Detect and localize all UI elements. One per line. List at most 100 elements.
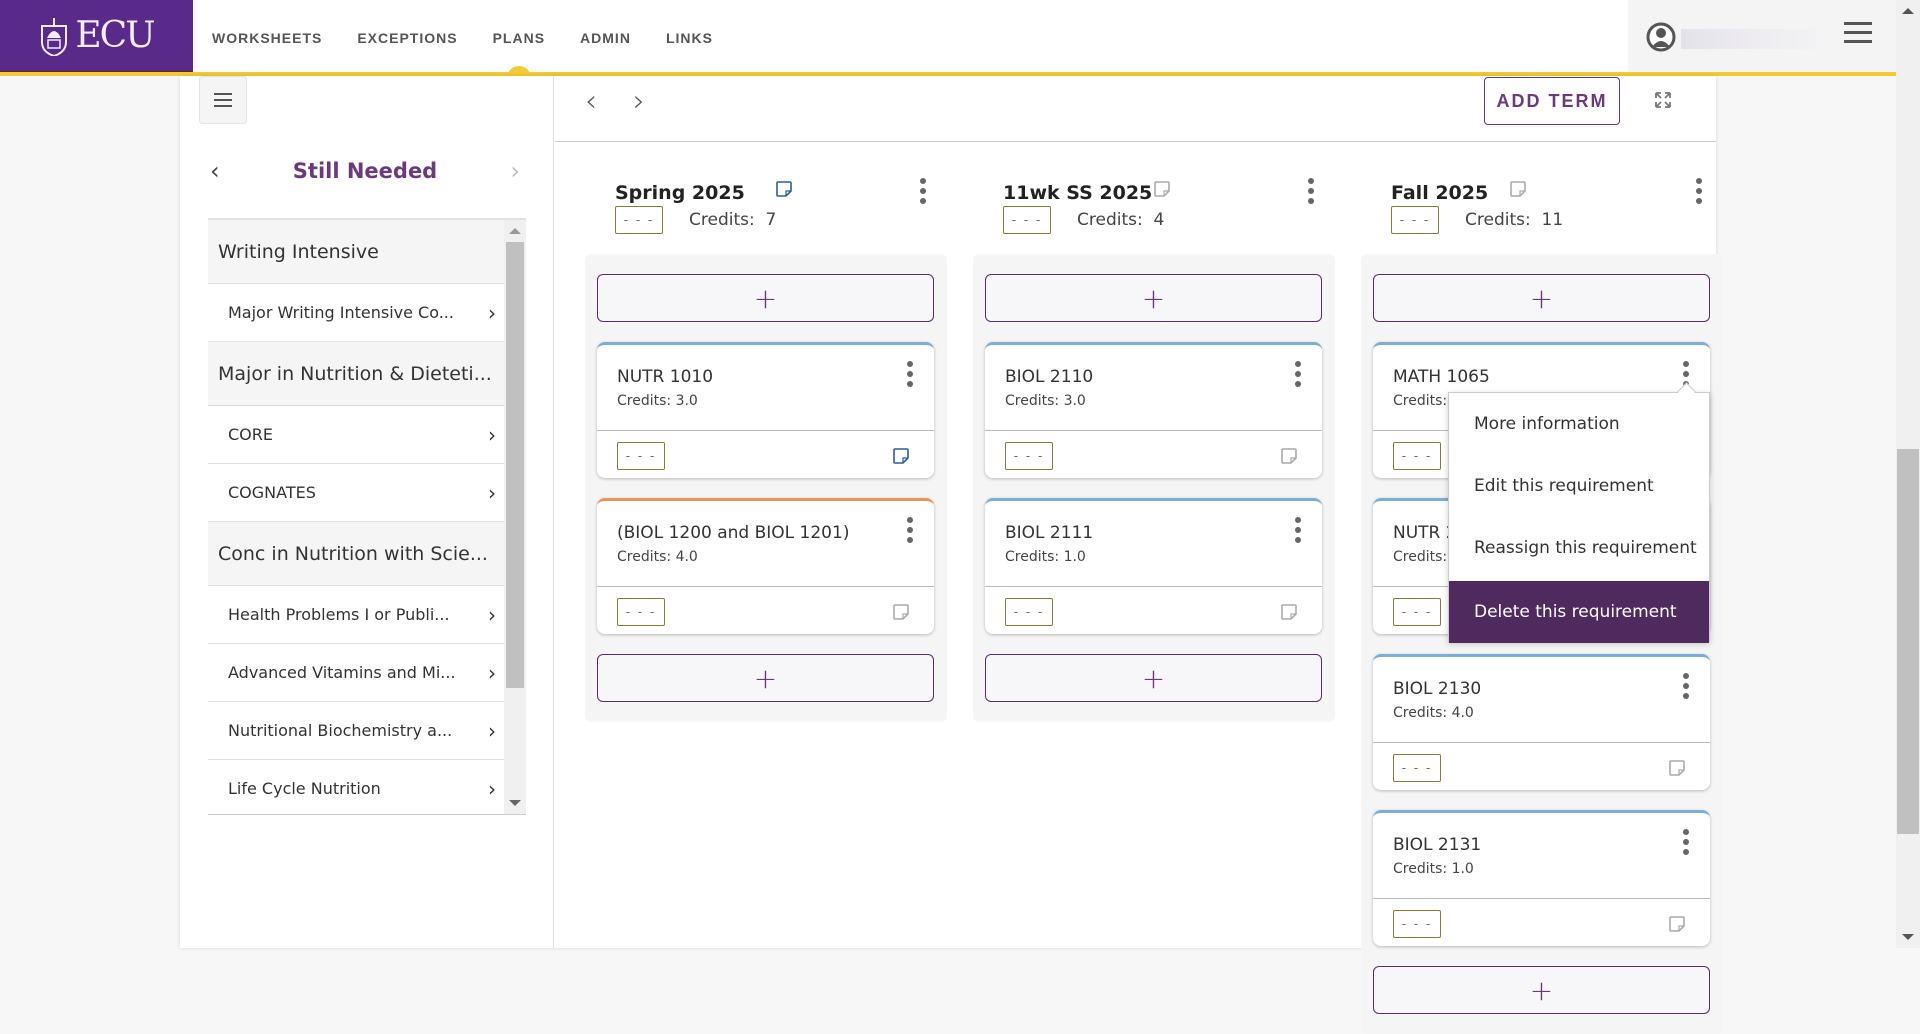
course-grade-box[interactable]: - - -: [1393, 910, 1441, 938]
menu-item-more-information[interactable]: More information: [1449, 393, 1709, 455]
chevron-left-icon[interactable]: ‹: [210, 157, 220, 185]
course-credits: Credits: 1.0: [1005, 549, 1086, 565]
term-grade-box[interactable]: - - -: [1003, 206, 1051, 234]
chevron-right-icon: ›: [488, 718, 496, 743]
chevron-right-icon: ›: [488, 660, 496, 685]
req-item[interactable]: Life Cycle Nutrition ›: [208, 760, 504, 814]
course-credits: Credits: 3.0: [617, 393, 698, 409]
menu-item-delete-requirement[interactable]: Delete this requirement: [1449, 581, 1709, 643]
term-title: 11wk SS 2025: [1003, 182, 1153, 204]
add-term-button[interactable]: ADD TERM: [1484, 77, 1620, 125]
course-card[interactable]: BIOL 2131 Credits: 1.0 - - -: [1373, 810, 1710, 946]
course-grade-box[interactable]: - - -: [617, 598, 665, 626]
more-vertical-icon[interactable]: [1680, 829, 1692, 855]
note-icon[interactable]: [1280, 603, 1298, 621]
course-credits: Credits:: [1393, 549, 1448, 565]
course-footer: - - -: [1373, 742, 1710, 790]
course-card[interactable]: NUTR 1010 Credits: 3.0 - - -: [597, 342, 934, 478]
course-card[interactable]: BIOL 2110 Credits: 3.0 - - -: [985, 342, 1322, 478]
term-grade-box[interactable]: - - -: [615, 206, 663, 234]
user-area[interactable]: [1628, 0, 1902, 72]
nav-plans[interactable]: PLANS: [493, 30, 545, 46]
note-icon[interactable]: [1668, 915, 1686, 933]
course-grade-box[interactable]: - - -: [617, 442, 665, 470]
chevron-right-icon[interactable]: ›: [633, 84, 681, 119]
req-item[interactable]: Major Writing Intensive Co... ›: [208, 284, 504, 342]
more-vertical-icon[interactable]: [1292, 517, 1304, 543]
course-grade-box[interactable]: - - -: [1393, 442, 1441, 470]
requirement-context-menu: More information Edit this requirement R…: [1448, 392, 1710, 643]
course-grade-box[interactable]: - - -: [1393, 598, 1441, 626]
note-icon[interactable]: [775, 180, 793, 198]
add-course-button[interactable]: +: [597, 654, 934, 702]
scroll-up-icon[interactable]: [509, 228, 521, 234]
add-course-button[interactable]: +: [1373, 966, 1710, 1014]
course-grade-box[interactable]: - - -: [1005, 442, 1053, 470]
more-vertical-icon[interactable]: [1680, 673, 1692, 699]
credits-value: 4: [1153, 210, 1165, 230]
req-item-label: Advanced Vitamins and Mi...: [228, 663, 456, 682]
note-icon[interactable]: [1668, 759, 1686, 777]
req-item[interactable]: CORE ›: [208, 406, 504, 464]
sidebar-menu-button[interactable]: [199, 76, 247, 124]
course-card[interactable]: (BIOL 1200 and BIOL 1201) Credits: 4.0 - -…: [597, 498, 934, 634]
req-item-label: CORE: [228, 425, 273, 444]
more-vertical-icon[interactable]: [1292, 361, 1304, 387]
scrollbar-thumb[interactable]: [506, 242, 524, 688]
ecu-shield-icon: [41, 17, 68, 56]
ecu-logo[interactable]: ECU: [0, 0, 193, 73]
note-icon[interactable]: [1153, 180, 1171, 198]
req-item[interactable]: Advanced Vitamins and Mi... ›: [208, 644, 504, 702]
chevron-right-icon[interactable]: ›: [510, 157, 520, 185]
course-credits: Credits: 4.0: [617, 549, 698, 565]
nav-worksheets[interactable]: WORKSHEETS: [212, 30, 322, 46]
page-scrollbar[interactable]: [1896, 0, 1920, 948]
req-item[interactable]: Health Problems I or Publi... ›: [208, 586, 504, 644]
chevron-left-icon[interactable]: ‹: [585, 84, 633, 119]
req-item[interactable]: COGNATES ›: [208, 464, 504, 522]
credits-value: 11: [1541, 210, 1564, 230]
note-icon[interactable]: [1280, 447, 1298, 465]
scrollbar-thumb[interactable]: [1897, 449, 1919, 834]
course-grade-box[interactable]: - - -: [1393, 754, 1441, 782]
user-circle-icon[interactable]: [1646, 22, 1676, 52]
more-vertical-icon[interactable]: [917, 178, 929, 204]
more-vertical-icon[interactable]: [1693, 178, 1705, 204]
hamburger-icon[interactable]: [1844, 22, 1872, 46]
nav-admin[interactable]: ADMIN: [580, 30, 631, 46]
course-grade-box[interactable]: - - -: [1005, 598, 1053, 626]
note-icon[interactable]: [1509, 180, 1527, 198]
add-course-button[interactable]: +: [985, 274, 1322, 322]
menu-item-edit-requirement[interactable]: Edit this requirement: [1449, 455, 1709, 517]
add-course-button[interactable]: +: [597, 274, 934, 322]
course-footer: - - -: [597, 586, 934, 634]
scroll-down-icon[interactable]: [1902, 934, 1914, 940]
term-credits: Credits: 4: [1077, 210, 1164, 230]
more-vertical-icon[interactable]: [1305, 178, 1317, 204]
still-needed-sidebar: ‹ Still Needed › Writing Intensive Major…: [180, 76, 554, 948]
term-grade-box[interactable]: - - -: [1391, 206, 1439, 234]
expand-icon[interactable]: [1653, 90, 1673, 110]
nav-links[interactable]: LINKS: [666, 30, 713, 46]
note-icon[interactable]: [892, 447, 910, 465]
course-card[interactable]: BIOL 2111 Credits: 1.0 - - -: [985, 498, 1322, 634]
requirements-scrollbar[interactable]: [504, 220, 526, 814]
more-vertical-icon[interactable]: [904, 517, 916, 543]
add-course-button[interactable]: +: [985, 654, 1322, 702]
req-item[interactable]: Nutritional Biochemistry a... ›: [208, 702, 504, 760]
req-item-label: COGNATES: [228, 483, 316, 502]
chevron-right-icon: ›: [488, 776, 496, 801]
course-name: BIOL 2131: [1393, 835, 1482, 855]
menu-item-reassign-requirement[interactable]: Reassign this requirement: [1449, 517, 1709, 579]
nav-exceptions[interactable]: EXCEPTIONS: [357, 30, 457, 46]
note-icon[interactable]: [892, 603, 910, 621]
add-course-button[interactable]: +: [1373, 274, 1710, 322]
more-vertical-icon[interactable]: [904, 361, 916, 387]
req-group-writing-intensive: Writing Intensive: [208, 220, 504, 284]
requirements-list: Writing Intensive Major Writing Intensiv…: [208, 218, 526, 815]
credits-value: 7: [765, 210, 777, 230]
course-card[interactable]: BIOL 2130 Credits: 4.0 - - -: [1373, 654, 1710, 790]
scroll-down-icon[interactable]: [509, 800, 521, 806]
chevron-right-icon: ›: [488, 602, 496, 627]
scroll-up-icon[interactable]: [1902, 8, 1914, 14]
